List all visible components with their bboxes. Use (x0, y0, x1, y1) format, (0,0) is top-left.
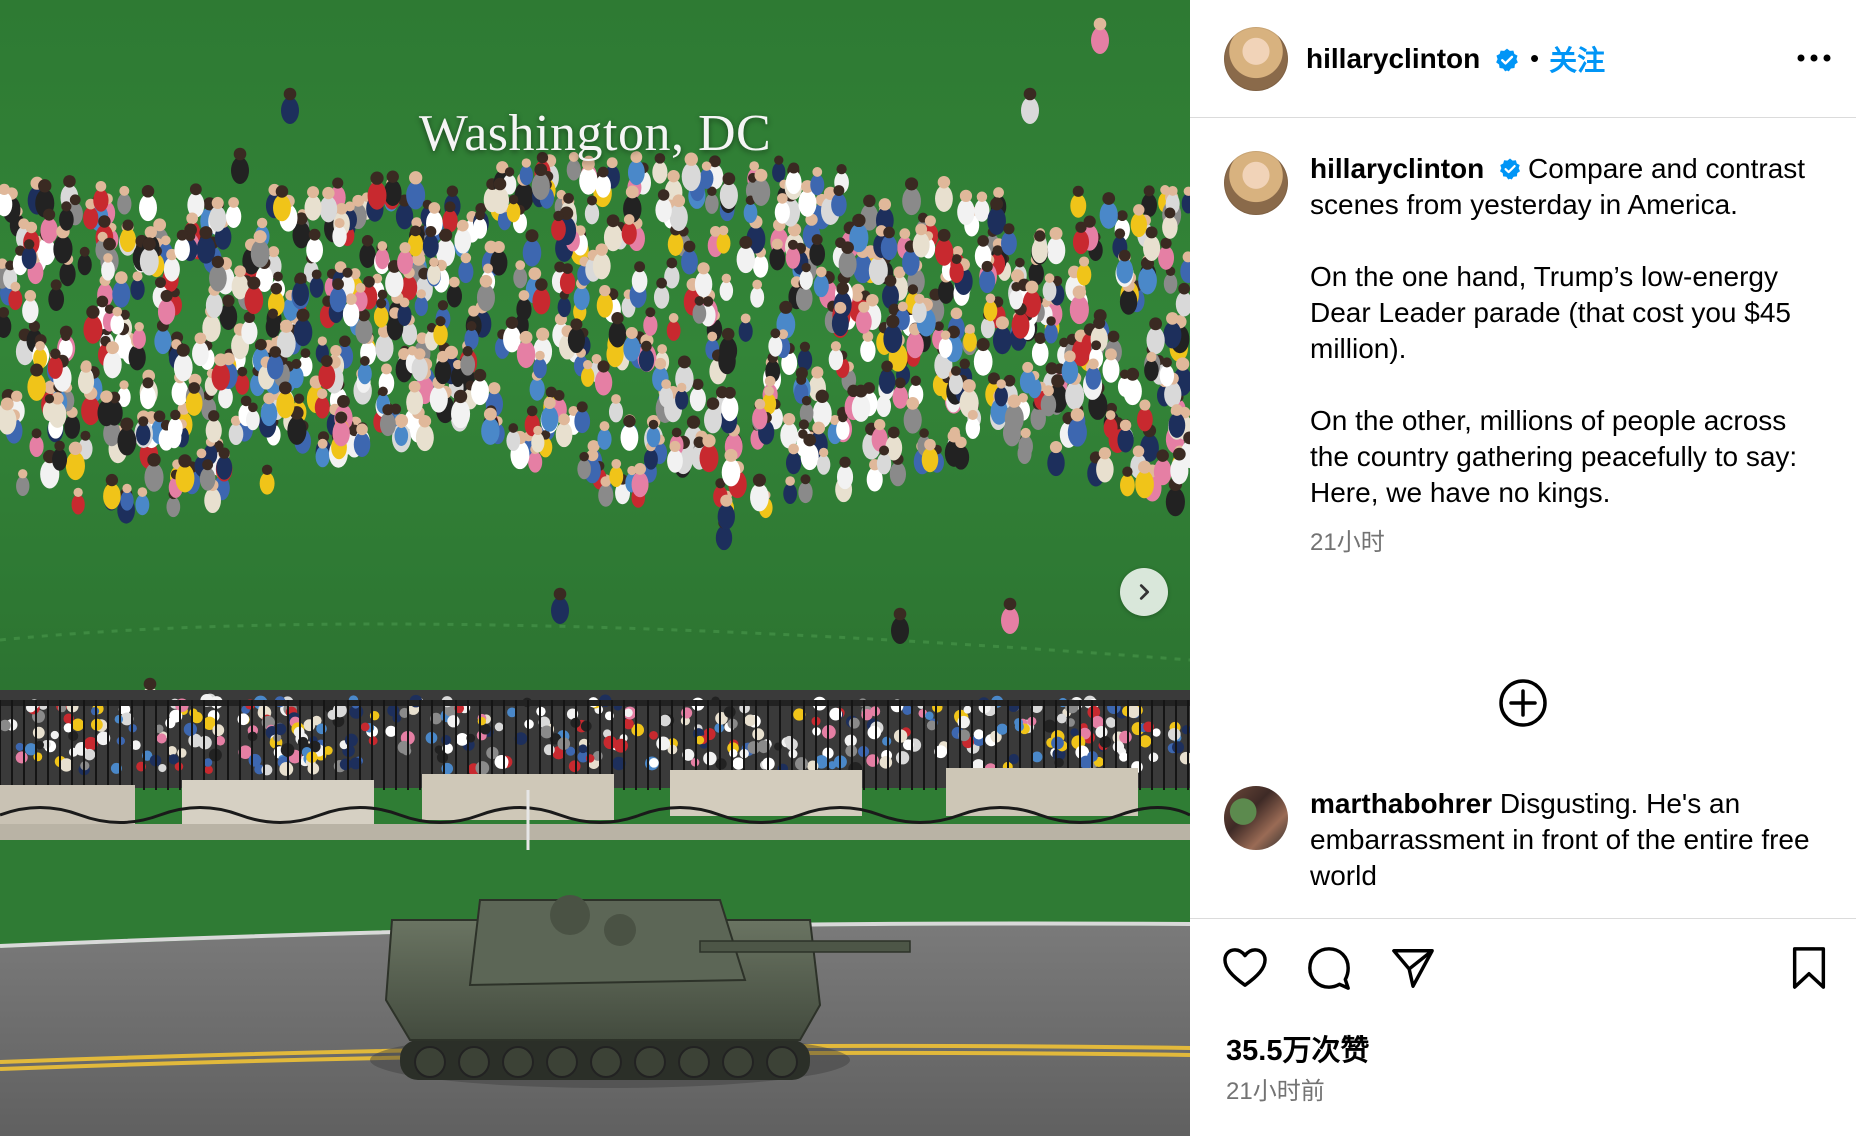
more-options-button[interactable] (1792, 40, 1836, 76)
follow-button[interactable]: 关注 (1549, 39, 1605, 79)
caption-timestamp[interactable]: 21小时 (1310, 525, 1830, 561)
verified-badge-icon (1496, 48, 1518, 72)
caption-username[interactable]: hillaryclinton (1310, 153, 1484, 184)
plus-circle-icon (1499, 679, 1547, 727)
caption-author-avatar[interactable] (1224, 151, 1288, 215)
load-more-comments-button[interactable] (1497, 677, 1549, 729)
comments-area[interactable]: hillaryclinton Compare and contrast scen… (1190, 119, 1856, 917)
post-caption: hillaryclinton Compare and contrast scen… (1224, 151, 1844, 561)
share-button[interactable] (1388, 943, 1438, 993)
photo-location-caption: Washington, DC (418, 105, 772, 162)
post-side-panel: hillaryclinton • 关注 hillaryclinton Compa… (1190, 0, 1856, 1136)
comment-button[interactable] (1304, 943, 1354, 993)
post-photo (0, 0, 1190, 1136)
author-username-text[interactable]: hillaryclinton (1306, 43, 1480, 74)
like-button[interactable] (1220, 943, 1270, 993)
header-separator: • (1530, 43, 1540, 73)
more-horizontal-icon (1797, 54, 1831, 62)
verified-badge-icon (1500, 158, 1521, 180)
caption-text: Compare and contrast scenes from yesterd… (1310, 153, 1806, 508)
author-avatar[interactable] (1224, 26, 1288, 91)
post-actions: 35.5万次赞 21小时前 (1190, 918, 1856, 1136)
heart-icon (1223, 948, 1267, 987)
commenter-avatar[interactable] (1224, 786, 1288, 850)
like-count[interactable]: 35.5万次赞 (1226, 1027, 1369, 1069)
save-button[interactable] (1784, 943, 1834, 993)
chevron-right-icon (1139, 584, 1150, 600)
bookmark-icon (1792, 947, 1826, 989)
send-icon (1392, 949, 1434, 988)
author-username[interactable]: hillaryclinton (1306, 43, 1520, 75)
post-timestamp[interactable]: 21小时前 (1226, 1071, 1325, 1106)
post-media[interactable]: Washington, DC (0, 0, 1190, 1136)
next-slide-button[interactable] (1120, 568, 1168, 616)
post-header: hillaryclinton • 关注 (1190, 0, 1856, 118)
comment-icon (1308, 947, 1350, 990)
comment-item: marthabohrer Disgusting. He's an embarra… (1224, 786, 1844, 894)
commenter-username[interactable]: marthabohrer (1310, 788, 1492, 819)
